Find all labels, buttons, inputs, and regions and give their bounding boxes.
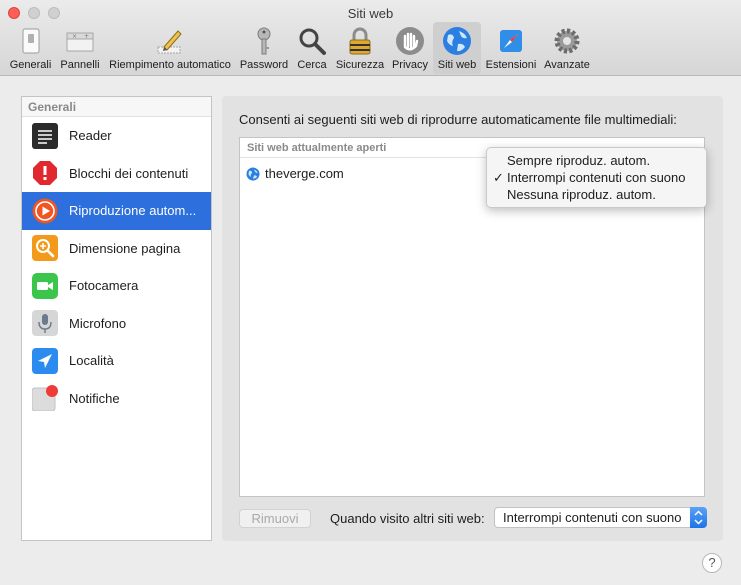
help-button[interactable]: ?	[702, 553, 722, 573]
padlock-icon	[349, 27, 371, 55]
microphone-icon	[32, 310, 58, 337]
toolbar-generali[interactable]: Generali	[6, 22, 55, 74]
toolbar-label: Cerca	[297, 59, 327, 71]
popup-option-stop-sound[interactable]: ✓ Interrompi contenuti con suono	[487, 169, 706, 186]
select-value: Interrompi contenuti con suono	[503, 510, 682, 525]
checkmark-icon: ✓	[493, 170, 504, 185]
sidebar: Generali Reader Blocchi dei contenuti Ri…	[21, 96, 212, 541]
popup-option-never[interactable]: Nessuna riproduz. autom.	[487, 186, 706, 203]
sidebar-item-label: Notifiche	[69, 390, 120, 406]
toolbar-sicurezza[interactable]: Sicurezza	[334, 22, 386, 74]
compass-icon	[500, 30, 522, 52]
globe-icon	[443, 27, 471, 55]
option-label: Sempre riproduz. autom.	[507, 153, 651, 168]
sidebar-item-label: Fotocamera	[69, 278, 139, 294]
preferences-window: Siti web Generali × + Pannelli Riempiment…	[0, 0, 741, 585]
sidebar-item-microphone[interactable]: Microfono	[22, 305, 211, 343]
other-sites-label: Quando visito altri siti web:	[330, 511, 485, 526]
window-title: Siti web	[347, 6, 394, 21]
remove-button[interactable]: Rimuovi	[239, 509, 311, 528]
toolbar-avanzate[interactable]: Avanzate	[541, 22, 593, 74]
sidebar-item-autoplay[interactable]: Riproduzione autom...	[22, 192, 211, 230]
magnifier-icon	[299, 28, 326, 55]
toolbar-label: Password	[239, 59, 289, 71]
option-label: Nessuna riproduz. autom.	[507, 187, 656, 202]
toolbar-label: Estensioni	[485, 59, 537, 71]
toolbar-label: Siti web	[437, 59, 477, 71]
toolbar-riempimento[interactable]: Riempimento automatico	[105, 22, 235, 74]
sidebar-item-location[interactable]: Località	[22, 342, 211, 380]
sidebar-item-label: Riproduzione autom...	[69, 203, 197, 219]
svg-text:×: ×	[72, 33, 77, 40]
sidebar-item-notifications[interactable]: Notifiche	[22, 380, 211, 418]
sidebar-item-page-zoom[interactable]: Dimensione pagina	[22, 230, 211, 268]
stop-sign-icon	[33, 161, 57, 186]
toolbar-cerca[interactable]: Cerca	[292, 22, 332, 74]
popup-option-always[interactable]: Sempre riproduz. autom.	[487, 152, 706, 169]
globe-icon	[246, 167, 260, 180]
sidebar-item-label: Blocchi dei contenuti	[69, 165, 189, 181]
sidebar-item-content-blockers[interactable]: Blocchi dei contenuti	[22, 155, 211, 193]
sidebar-item-reader[interactable]: Reader	[22, 117, 211, 155]
sidebar-item-label: Microfono	[69, 315, 127, 331]
toolbar-label: Privacy	[391, 59, 429, 71]
sidebar-item-label: Dimensione pagina	[69, 240, 181, 256]
site-name: theverge.com	[265, 166, 344, 181]
sidebar-header: Generali	[22, 97, 211, 117]
sidebar-item-label: Reader	[69, 128, 112, 144]
option-label: Interrompi contenuti con suono	[507, 170, 686, 185]
toolbar-estensioni[interactable]: Estensioni	[483, 22, 539, 74]
key-icon	[257, 27, 271, 55]
other-sites-select[interactable]: Interrompi contenuti con suono	[494, 507, 707, 528]
toolbar-label: Riempimento automatico	[109, 59, 231, 71]
camera-icon	[32, 272, 58, 299]
zoom-icon	[32, 235, 58, 262]
switch-icon	[22, 28, 39, 54]
toolbar-siti-web[interactable]: Siti web	[433, 22, 481, 74]
title-bar: Siti web Generali × + Pannelli Riempiment…	[0, 0, 741, 76]
tabs-icon: × +	[66, 32, 94, 52]
location-arrow-icon	[32, 347, 58, 374]
sidebar-item-camera[interactable]: Fotocamera	[22, 267, 211, 305]
site-row[interactable]: theverge.com	[246, 166, 344, 181]
toolbar-privacy[interactable]: Privacy	[388, 22, 432, 74]
gear-icon	[554, 28, 580, 54]
toolbar-label: Pannelli	[60, 59, 100, 71]
toolbar-pannelli[interactable]: × + Pannelli	[57, 22, 103, 74]
toolbar-label: Generali	[9, 59, 52, 71]
panel-description: Consenti ai seguenti siti web di riprodu…	[239, 112, 677, 127]
pencil-icon	[157, 30, 182, 54]
play-icon	[32, 198, 58, 224]
autoplay-popup-menu: Sempre riproduz. autom. ✓ Interrompi con…	[486, 147, 707, 208]
toolbar-label: Sicurezza	[335, 59, 385, 71]
notification-badge-icon	[32, 385, 58, 412]
reader-icon	[32, 122, 58, 149]
hand-icon	[396, 27, 424, 55]
toolbar-label: Avanzate	[544, 59, 590, 71]
select-arrows-icon	[690, 507, 707, 528]
toolbar-password[interactable]: Password	[238, 22, 290, 74]
svg-text:+: +	[84, 33, 89, 40]
sidebar-item-label: Località	[69, 353, 114, 369]
